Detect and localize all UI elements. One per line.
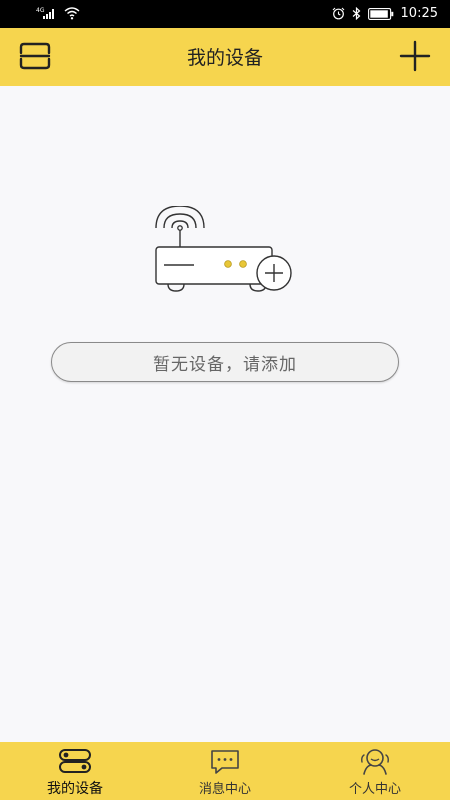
app-bar: 我的设备 xyxy=(0,28,450,86)
status-right: 10:25 xyxy=(332,6,438,21)
empty-state-message[interactable]: 暂无设备，请添加 xyxy=(51,342,399,382)
status-left: 4G xyxy=(36,6,80,20)
add-device-button[interactable] xyxy=(398,40,432,72)
tab-my-devices[interactable]: 我的设备 xyxy=(0,742,150,800)
cellular-signal-icon: 4G xyxy=(36,7,54,19)
battery-icon xyxy=(367,7,393,20)
page-title: 我的设备 xyxy=(186,47,263,69)
svg-text:4G: 4G xyxy=(36,7,45,14)
status-bar: 4G 10:25 xyxy=(0,0,450,28)
tab-label: 我的设备 xyxy=(47,781,103,797)
message-icon xyxy=(211,750,239,774)
tab-label: 消息中心 xyxy=(198,782,251,797)
status-time: 10:25 xyxy=(400,6,438,21)
tab-message-center[interactable]: 消息中心 xyxy=(150,742,300,800)
tab-label: 个人中心 xyxy=(348,782,401,797)
main-content: 暂无设备，请添加 xyxy=(0,86,450,742)
device-icon xyxy=(59,749,91,773)
person-icon xyxy=(361,749,389,775)
alarm-icon xyxy=(332,7,344,20)
router-add-icon xyxy=(155,206,292,292)
bottom-tab-bar: 我的设备 消息中心 个人中心 xyxy=(0,742,450,800)
plus-icon xyxy=(399,40,431,72)
wifi-icon xyxy=(64,7,80,20)
tab-personal-center[interactable]: 个人中心 xyxy=(300,742,450,800)
bluetooth-icon xyxy=(352,7,360,20)
